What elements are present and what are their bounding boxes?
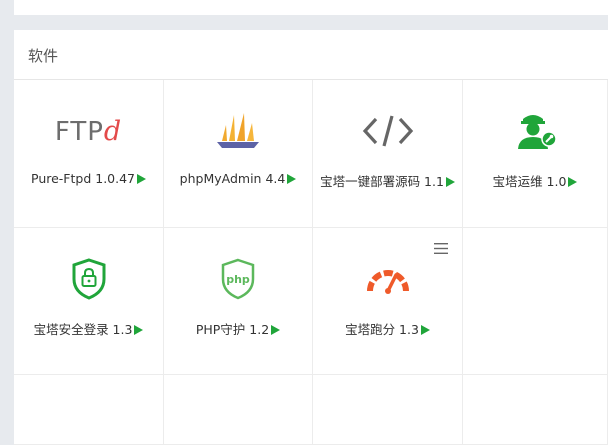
app-label: 宝塔运维 1.0	[492, 174, 567, 189]
menu-icon[interactable]	[434, 241, 448, 254]
play-arrow-icon	[287, 174, 297, 184]
play-arrow-icon	[420, 325, 430, 335]
empty-tile	[14, 375, 164, 445]
app-tile-security-login[interactable]: 宝塔安全登录 1.3	[14, 228, 164, 375]
ftpd-logo-icon: FTPd	[54, 115, 123, 147]
code-brackets-icon	[360, 108, 416, 154]
software-panel: 软件 FTPd Pure-Ftpd 1.0.47 phpMyAdmin 4.4 …	[14, 30, 608, 445]
speedometer-icon	[360, 256, 416, 302]
empty-tile	[164, 375, 313, 445]
app-grid: FTPd Pure-Ftpd 1.0.47 phpMyAdmin 4.4 宝塔一…	[14, 80, 608, 445]
app-label: Pure-Ftpd 1.0.47	[31, 171, 135, 186]
maintenance-worker-icon	[507, 108, 563, 154]
app-label: 宝塔跑分 1.3	[345, 322, 419, 337]
php-shield-icon: php	[210, 256, 266, 302]
play-arrow-icon	[271, 325, 281, 335]
app-tile-php-guard[interactable]: php PHP守护 1.2	[164, 228, 313, 375]
empty-tile	[463, 375, 608, 445]
svg-text:php: php	[226, 273, 250, 286]
app-label: 宝塔安全登录 1.3	[33, 322, 133, 337]
app-label: phpMyAdmin 4.4	[179, 171, 286, 186]
empty-tile	[313, 375, 463, 445]
play-arrow-icon	[445, 177, 455, 187]
play-arrow-icon	[568, 177, 578, 187]
app-tile-deploy-source[interactable]: 宝塔一键部署源码 1.1	[313, 80, 463, 228]
play-arrow-icon	[134, 325, 144, 335]
top-panel	[14, 0, 608, 15]
app-tile-benchmark[interactable]: 宝塔跑分 1.3	[313, 228, 463, 375]
shield-lock-icon	[61, 256, 117, 302]
app-tile-maintenance[interactable]: 宝塔运维 1.0	[463, 80, 608, 228]
app-tile-pure-ftpd[interactable]: FTPd Pure-Ftpd 1.0.47	[14, 80, 164, 228]
app-label: PHP守护 1.2	[195, 322, 270, 337]
app-label: 宝塔一键部署源码 1.1	[320, 174, 444, 189]
app-tile-phpmyadmin[interactable]: phpMyAdmin 4.4	[164, 80, 313, 228]
sailboat-icon	[210, 108, 266, 154]
play-arrow-icon	[137, 174, 146, 184]
panel-title: 软件	[14, 30, 608, 80]
empty-tile	[463, 228, 608, 375]
